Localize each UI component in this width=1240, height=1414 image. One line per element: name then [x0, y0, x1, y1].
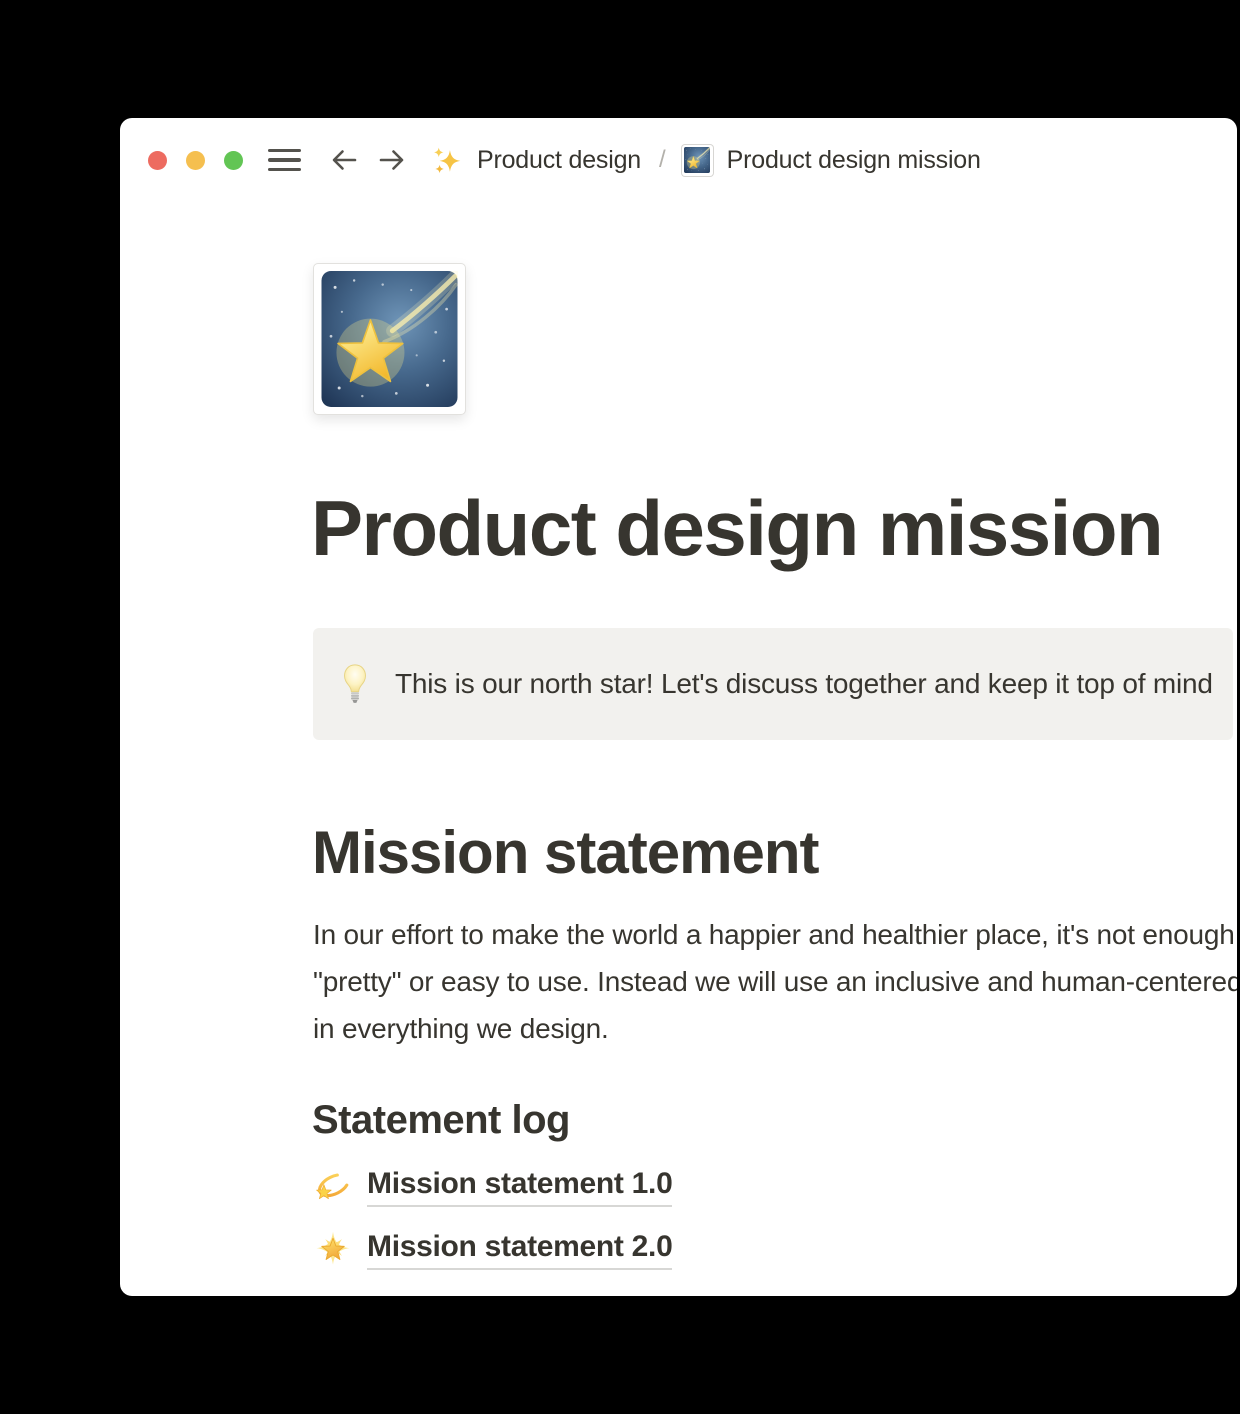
page-title: Product design mission [311, 483, 1162, 574]
light-bulb-icon [342, 663, 368, 705]
back-arrow-icon[interactable] [329, 145, 359, 175]
page-link-label[interactable]: Mission statement 2.0 [367, 1230, 672, 1270]
forward-arrow-icon[interactable] [377, 145, 407, 175]
paragraph-line: in everything we design. [313, 1005, 1237, 1052]
mission-paragraph: In our effort to make the world a happie… [313, 911, 1237, 1052]
paragraph-line: In our effort to make the world a happie… [313, 911, 1237, 958]
page-link-label[interactable]: Mission statement 1.0 [367, 1167, 672, 1207]
glowing-star-icon [313, 1230, 353, 1270]
dizzy-star-icon [313, 1167, 353, 1207]
statement-log-heading: Statement log [312, 1098, 570, 1143]
breadcrumb-separator: / [659, 146, 666, 174]
desktop-background: Product design / Product design mission … [0, 0, 1240, 1414]
shooting-star-icon [321, 271, 458, 407]
mission-statement-heading: Mission statement [312, 818, 818, 887]
link-mission-statement-2[interactable]: Mission statement 2.0 [313, 1227, 672, 1273]
paragraph-line: "pretty" or easy to use. Instead we will… [313, 958, 1237, 1005]
page-icon-shooting-star[interactable] [313, 263, 466, 415]
link-mission-statement-1[interactable]: Mission statement 1.0 [313, 1164, 672, 1210]
hamburger-menu-icon[interactable] [268, 149, 301, 172]
minimize-window-button[interactable] [186, 151, 205, 170]
titlebar: Product design / Product design mission [120, 118, 1237, 202]
zoom-window-button[interactable] [224, 151, 243, 170]
statement-log-links: Mission statement 1.0 Mission statement … [313, 1164, 672, 1290]
breadcrumb-parent[interactable]: Product design [477, 146, 641, 175]
close-window-button[interactable] [148, 151, 167, 170]
app-window: Product design / Product design mission … [120, 118, 1237, 1296]
sparkles-icon [431, 145, 462, 176]
callout-block: This is our north star! Let's discuss to… [313, 628, 1233, 740]
shooting-star-icon [682, 145, 713, 176]
breadcrumb-current[interactable]: Product design mission [727, 146, 981, 175]
callout-text: This is our north star! Let's discuss to… [395, 668, 1213, 700]
